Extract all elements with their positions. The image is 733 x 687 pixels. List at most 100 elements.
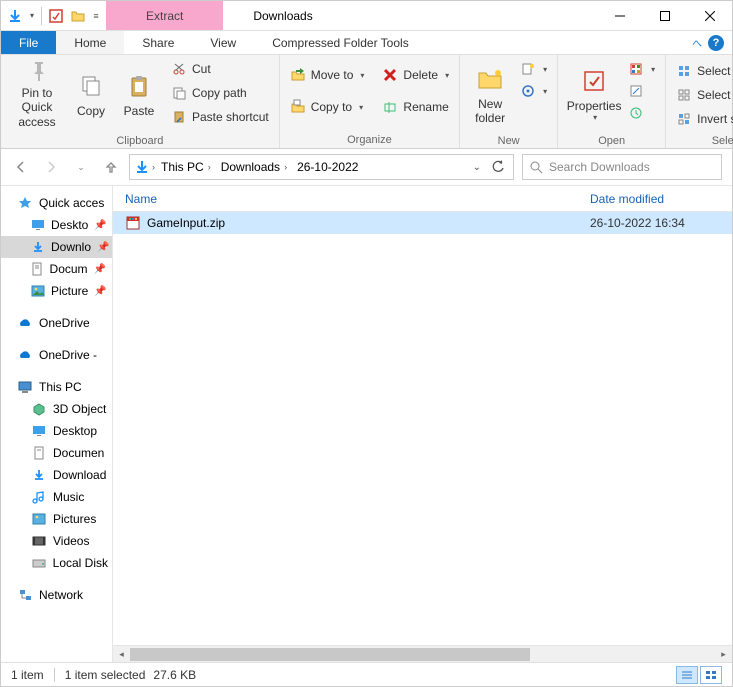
qat-folder-icon[interactable]	[68, 6, 88, 26]
zip-file-icon	[125, 215, 141, 231]
tree-qa-downloads[interactable]: Downlo📌	[1, 236, 112, 258]
navigation-tree[interactable]: Quick acces Deskto📌 Downlo📌 Docum📌 Pictu…	[1, 186, 113, 662]
scroll-thumb[interactable]	[130, 648, 530, 661]
cloud-icon	[17, 315, 33, 331]
tree-downloads[interactable]: Download	[1, 464, 112, 486]
tree-onedrive-2[interactable]: OneDrive -	[1, 344, 112, 366]
large-icons-view-toggle[interactable]	[700, 666, 722, 684]
search-box[interactable]	[522, 154, 722, 180]
new-folder-icon	[476, 63, 504, 95]
recent-locations-button[interactable]: ⌄	[71, 157, 91, 177]
tree-quick-access[interactable]: Quick acces	[1, 192, 112, 214]
tree-onedrive-1[interactable]: OneDrive	[1, 312, 112, 334]
tree-music[interactable]: Music	[1, 486, 112, 508]
cut-button[interactable]: Cut	[167, 59, 273, 79]
tree-qa-desktop[interactable]: Deskto📌	[1, 214, 112, 236]
tab-home[interactable]: Home	[56, 31, 124, 54]
column-header-date[interactable]: Date modified	[590, 192, 720, 206]
close-button[interactable]	[687, 1, 732, 30]
tree-local-disk[interactable]: Local Disk	[1, 552, 112, 574]
details-view-toggle[interactable]	[676, 666, 698, 684]
tree-qa-pictures[interactable]: Picture📌	[1, 280, 112, 302]
copy-path-icon	[171, 85, 187, 101]
chevron-right-icon[interactable]: ›	[152, 162, 155, 172]
paste-shortcut-button[interactable]: Paste shortcut	[167, 107, 273, 127]
back-button[interactable]	[11, 157, 31, 177]
file-name: GameInput.zip	[147, 216, 584, 230]
invert-selection-button[interactable]: Invert selection	[672, 109, 733, 129]
paste-icon	[127, 70, 151, 102]
help-icon[interactable]: ?	[708, 35, 724, 51]
select-all-button[interactable]: Select all	[672, 61, 733, 81]
breadcrumb-this-pc[interactable]: This PC›	[157, 160, 215, 174]
pin-to-quick-access-button[interactable]: Pin to Quick access	[7, 59, 67, 129]
tab-compressed-tools[interactable]: Compressed Folder Tools	[254, 31, 427, 54]
tree-3d-objects[interactable]: 3D Object	[1, 398, 112, 420]
breadcrumb-date[interactable]: 26-10-2022	[293, 160, 362, 174]
paste-button[interactable]: Paste	[115, 59, 163, 129]
easy-access-button[interactable]: ▾	[516, 81, 551, 101]
desktop-icon	[31, 217, 45, 233]
rename-button[interactable]: Rename	[378, 97, 453, 117]
qat-dropdown-icon[interactable]: ▾	[27, 6, 37, 26]
open-icon	[628, 61, 644, 77]
pushpin-icon	[25, 59, 49, 84]
address-bar[interactable]: › This PC› Downloads› 26-10-2022 ⌄	[129, 154, 514, 180]
document-icon	[31, 261, 44, 277]
tab-share[interactable]: Share	[124, 31, 192, 54]
open-button[interactable]: ▾	[624, 59, 659, 79]
copy-path-button[interactable]: Copy path	[167, 83, 273, 103]
download-icon	[31, 467, 47, 483]
address-dropdown-icon[interactable]: ⌄	[473, 162, 481, 173]
file-list[interactable]: GameInput.zip 26-10-2022 16:34	[113, 212, 732, 645]
tree-pictures[interactable]: Pictures	[1, 508, 112, 530]
tab-view[interactable]: View	[192, 31, 254, 54]
chevron-down-icon: ▾	[543, 87, 547, 96]
context-tab-extract[interactable]: Extract	[106, 1, 223, 30]
qat-overflow-icon[interactable]: ≡	[90, 6, 102, 26]
copy-to-icon	[290, 99, 306, 115]
tree-desktop[interactable]: Desktop	[1, 420, 112, 442]
column-header-name[interactable]: Name	[125, 192, 590, 206]
search-input[interactable]	[549, 160, 715, 174]
history-button[interactable]	[624, 103, 659, 123]
horizontal-scrollbar[interactable]: ◂ ▸	[113, 645, 732, 662]
desktop-icon	[31, 423, 47, 439]
delete-label: Delete	[403, 68, 438, 82]
new-item-button[interactable]: ▾	[516, 59, 551, 79]
qat-download-icon	[5, 6, 25, 26]
edit-button[interactable]	[624, 81, 659, 101]
new-folder-button[interactable]: New folder	[466, 59, 514, 129]
minimize-button[interactable]	[597, 1, 642, 30]
properties-button[interactable]: Properties ▾	[564, 59, 624, 129]
ribbon-collapse-icon[interactable]: へ	[692, 35, 702, 50]
refresh-button[interactable]	[491, 160, 505, 174]
up-button[interactable]	[101, 157, 121, 177]
forward-button[interactable]	[41, 157, 61, 177]
select-none-button[interactable]: Select none	[672, 85, 733, 105]
delete-icon	[382, 67, 398, 83]
file-row[interactable]: GameInput.zip 26-10-2022 16:34	[113, 212, 732, 234]
tree-videos[interactable]: Videos	[1, 530, 112, 552]
pictures-icon	[31, 283, 45, 299]
pin-icon: 📌	[97, 242, 111, 253]
scroll-left-icon[interactable]: ◂	[113, 646, 130, 662]
copy-to-button[interactable]: Copy to▾	[286, 97, 369, 117]
tree-documents[interactable]: Documen	[1, 442, 112, 464]
tab-file[interactable]: File	[1, 31, 56, 54]
maximize-button[interactable]	[642, 1, 687, 30]
move-to-button[interactable]: Move to▾	[286, 65, 369, 85]
copy-button[interactable]: Copy	[67, 59, 115, 129]
scissors-icon	[171, 61, 187, 77]
breadcrumb-downloads[interactable]: Downloads›	[217, 160, 291, 174]
chevron-down-icon: ▾	[651, 65, 655, 74]
tree-network[interactable]: Network	[1, 584, 112, 606]
select-none-label: Select none	[697, 88, 733, 102]
qat-properties-icon[interactable]	[46, 6, 66, 26]
scroll-right-icon[interactable]: ▸	[715, 646, 732, 662]
status-item-count: 1 item	[11, 668, 44, 682]
tree-qa-documents[interactable]: Docum📌	[1, 258, 112, 280]
tree-this-pc[interactable]: This PC	[1, 376, 112, 398]
new-group-label: New	[460, 133, 557, 149]
delete-button[interactable]: Delete▾	[378, 65, 453, 85]
